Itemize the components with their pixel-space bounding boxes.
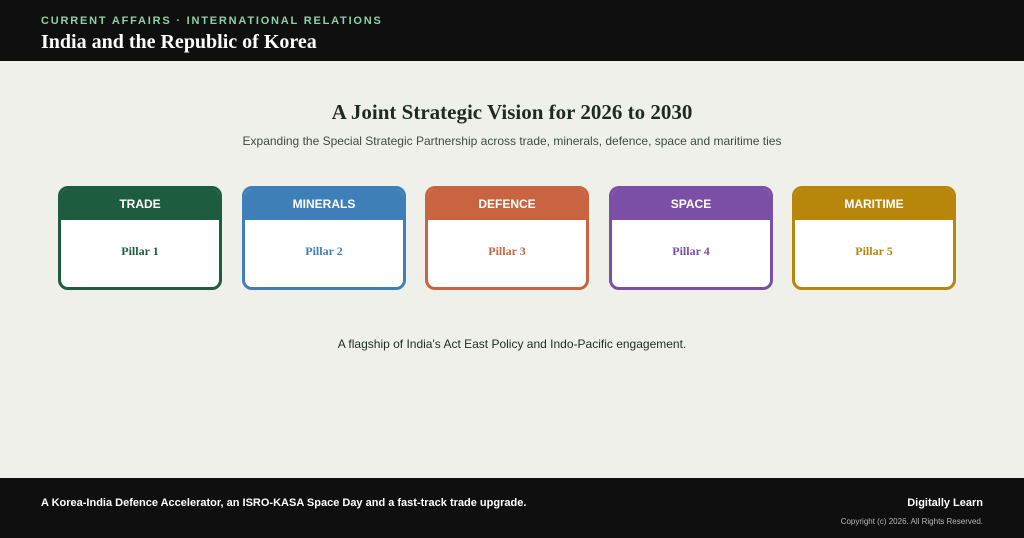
page-title: India and the Republic of Korea [41, 31, 317, 53]
brand-name: Digitally Learn [907, 497, 983, 509]
subheadline: Expanding the Special Strategic Partners… [242, 134, 782, 148]
pillar-card-defence: DEFENCE Pillar 3 [425, 186, 589, 290]
tagline: A flagship of India's Act East Policy an… [337, 337, 687, 351]
section-kicker: CURRENT AFFAIRS · INTERNATIONAL RELATION… [41, 15, 383, 27]
pillar-card-trade: TRADE Pillar 1 [58, 186, 222, 290]
footer-summary: A Korea-India Defence Accelerator, an IS… [41, 497, 527, 509]
headline: A Joint Strategic Vision for 2026 to 203… [331, 100, 693, 124]
pillar-card-header: TRADE [61, 189, 219, 220]
pillar-card-label: Pillar 2 [305, 244, 343, 258]
pillar-card-minerals: MINERALS Pillar 2 [242, 186, 406, 290]
pillar-card-header: MARITIME [795, 189, 953, 220]
pillar-card-label: Pillar 5 [855, 244, 893, 258]
pillar-card-label: Pillar 3 [488, 244, 526, 258]
pillar-card-header: DEFENCE [428, 189, 586, 220]
pillar-card-space: SPACE Pillar 4 [609, 186, 773, 290]
page-footer: A Korea-India Defence Accelerator, an IS… [0, 478, 1024, 538]
pillar-card-label: Pillar 4 [672, 244, 710, 258]
copyright-notice: Copyright (c) 2026. All Rights Reserved. [840, 517, 983, 526]
pillar-card-label: Pillar 1 [121, 244, 159, 258]
pillar-card-header: MINERALS [245, 189, 403, 220]
pillar-card-header: SPACE [612, 189, 770, 220]
main-content: A Joint Strategic Vision for 2026 to 203… [0, 61, 1024, 478]
page-header: CURRENT AFFAIRS · INTERNATIONAL RELATION… [0, 0, 1024, 61]
pillar-card-maritime: MARITIME Pillar 5 [792, 186, 956, 290]
